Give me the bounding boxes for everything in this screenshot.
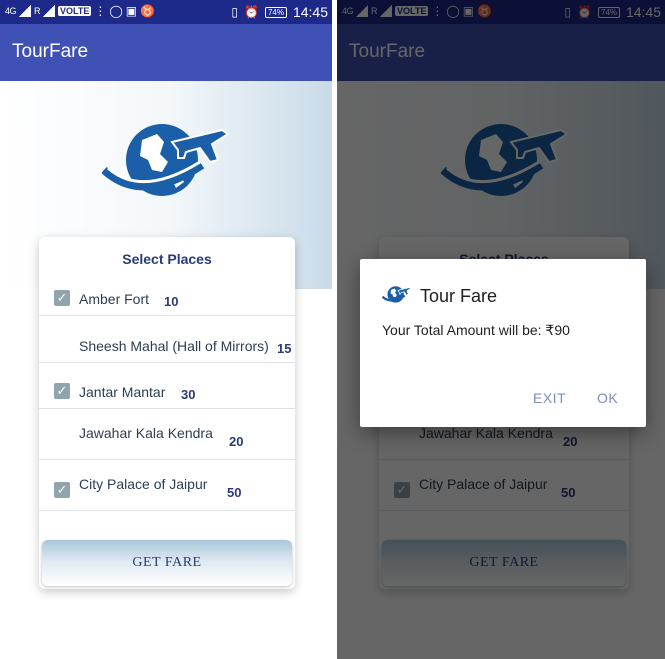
checkbox-checked[interactable]: ✓	[54, 290, 70, 306]
place-row[interactable]: Sheesh Mahal (Hall of Mirrors) 15	[39, 316, 295, 363]
app-icon: ♉	[140, 4, 156, 18]
checkbox-checked[interactable]: ✓	[54, 482, 70, 498]
place-price: 15	[277, 341, 292, 356]
more-icon: ⋮	[94, 4, 107, 18]
signal-icon	[19, 5, 32, 17]
app-title: TourFare	[12, 41, 89, 62]
globe-airplane-icon	[382, 286, 412, 303]
image-icon: ▣	[125, 4, 138, 18]
get-fare-button[interactable]: GET FARE	[42, 540, 292, 586]
signal-icon-2	[43, 5, 56, 17]
volte-badge: VOLTE	[58, 6, 92, 16]
select-places-card: Select Places ✓ Amber Fort 10 Sheesh Mah…	[39, 237, 295, 589]
messenger-icon: ◯	[109, 4, 123, 18]
place-name: Sheesh Mahal (Hall of Mirrors)	[79, 338, 269, 354]
status-bar: 4G R VOLTE ⋮ ◯ ▣ ♉ ▯ ⏰ 74% 14:45	[0, 0, 332, 24]
dialog-message: Your Total Amount will be: ₹90	[382, 322, 570, 338]
card-title: Select Places	[122, 251, 212, 267]
network-type-label: 4G	[5, 6, 17, 16]
place-price: 10	[164, 294, 179, 309]
fare-dialog: Tour Fare Your Total Amount will be: ₹90…	[360, 259, 646, 427]
place-name: Jawahar Kala Kendra	[79, 425, 213, 441]
place-price: 20	[229, 434, 244, 449]
battery-indicator: 74%	[264, 6, 287, 18]
status-time: 14:45	[292, 4, 328, 20]
place-row[interactable]: ✓ Amber Fort 10	[39, 281, 295, 316]
app-bar: TourFare	[0, 24, 332, 81]
exit-button[interactable]: EXIT	[533, 390, 566, 406]
row-divider	[39, 510, 295, 511]
place-name: Amber Fort	[79, 291, 150, 307]
place-price: 50	[227, 485, 242, 500]
vibrate-icon: ▯	[231, 5, 238, 19]
place-row[interactable]: ✓ City Palace of Jaipur 50	[39, 460, 295, 511]
place-name: City Palace of Jaipur	[79, 476, 208, 492]
sim-label: R	[34, 6, 41, 16]
alarm-icon: ⏰	[243, 5, 259, 19]
ok-button[interactable]: OK	[597, 390, 618, 406]
place-row[interactable]: ✓ Jantar Mantar 30	[39, 363, 295, 409]
phone-screen-dialog: 4G R VOLTE ⋮ ◯ ▣ ♉ ▯ ⏰ 74% 14:45 TourFar…	[337, 0, 665, 659]
place-row[interactable]: Jawahar Kala Kendra 20	[39, 409, 295, 460]
globe-airplane-icon	[102, 124, 230, 196]
place-price: 30	[181, 387, 196, 402]
phone-screen-main: 4G R VOLTE ⋮ ◯ ▣ ♉ ▯ ⏰ 74% 14:45 TourFar…	[0, 0, 332, 659]
dialog-title: Tour Fare	[420, 286, 498, 306]
checkbox-checked[interactable]: ✓	[54, 383, 70, 399]
place-name: Jantar Mantar	[79, 384, 166, 400]
